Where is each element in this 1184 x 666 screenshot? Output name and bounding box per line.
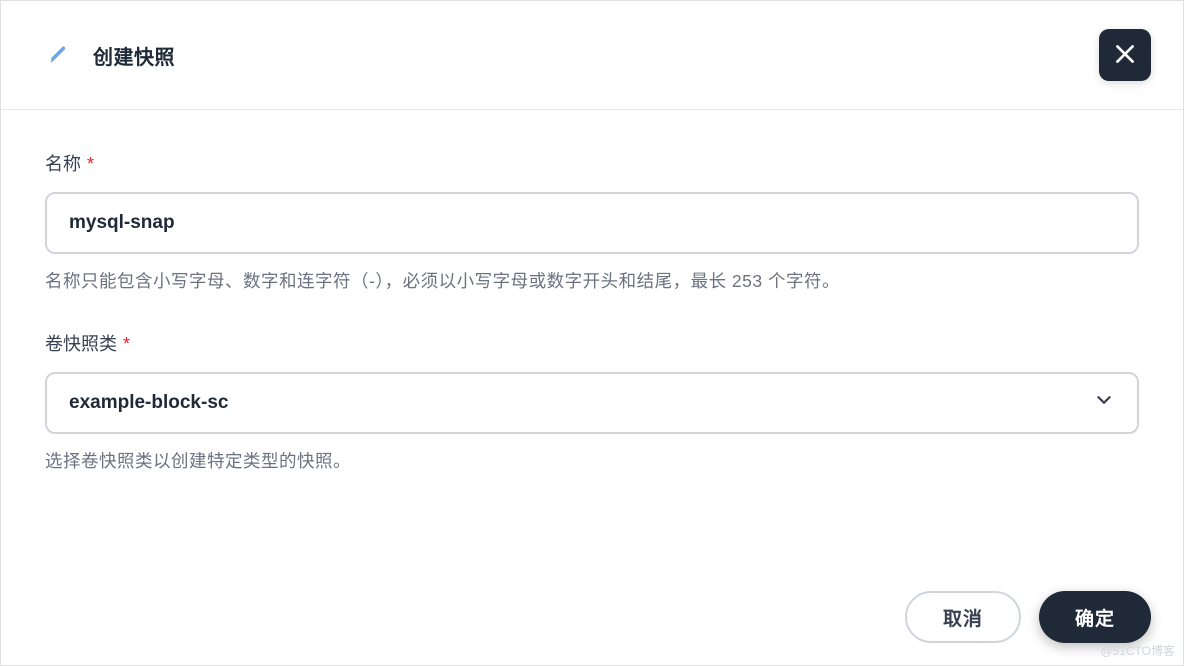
- modal-header: 创建快照: [1, 1, 1183, 110]
- cancel-button[interactable]: 取消: [905, 591, 1021, 643]
- close-icon: [1112, 41, 1138, 70]
- chevron-down-icon: [1093, 389, 1115, 417]
- name-label: 名称 *: [45, 150, 1139, 176]
- snapshot-class-label-text: 卷快照类: [45, 334, 117, 354]
- snapshot-class-help-text: 选择卷快照类以创建特定类型的快照。: [45, 448, 1139, 474]
- modal-title: 创建快照: [93, 41, 175, 70]
- form-group-snapshot-class: 卷快照类 * example-block-sc 选择卷快照类以创建特定类型的快照。: [45, 330, 1139, 474]
- header-left: 创建快照: [47, 41, 175, 70]
- snapshot-class-label: 卷快照类 *: [45, 330, 1139, 356]
- name-label-text: 名称: [45, 154, 81, 174]
- name-input[interactable]: [45, 192, 1139, 254]
- snapshot-class-value: example-block-sc: [69, 392, 228, 414]
- confirm-button[interactable]: 确定: [1039, 591, 1151, 643]
- pencil-icon: [47, 44, 69, 66]
- modal-body: 名称 * 名称只能包含小写字母、数字和连字符（-），必须以小写字母或数字开头和结尾…: [1, 110, 1183, 551]
- snapshot-class-select[interactable]: example-block-sc: [45, 372, 1139, 434]
- required-asterisk: *: [123, 334, 130, 354]
- form-group-name: 名称 * 名称只能包含小写字母、数字和连字符（-），必须以小写字母或数字开头和结尾…: [45, 150, 1139, 294]
- name-help-text: 名称只能包含小写字母、数字和连字符（-），必须以小写字母或数字开头和结尾，最长 …: [45, 268, 1139, 294]
- watermark: @51CTO博客: [1100, 642, 1175, 659]
- close-button[interactable]: [1099, 29, 1151, 81]
- required-asterisk: *: [87, 154, 94, 174]
- modal-footer: 取消 确定: [905, 591, 1151, 643]
